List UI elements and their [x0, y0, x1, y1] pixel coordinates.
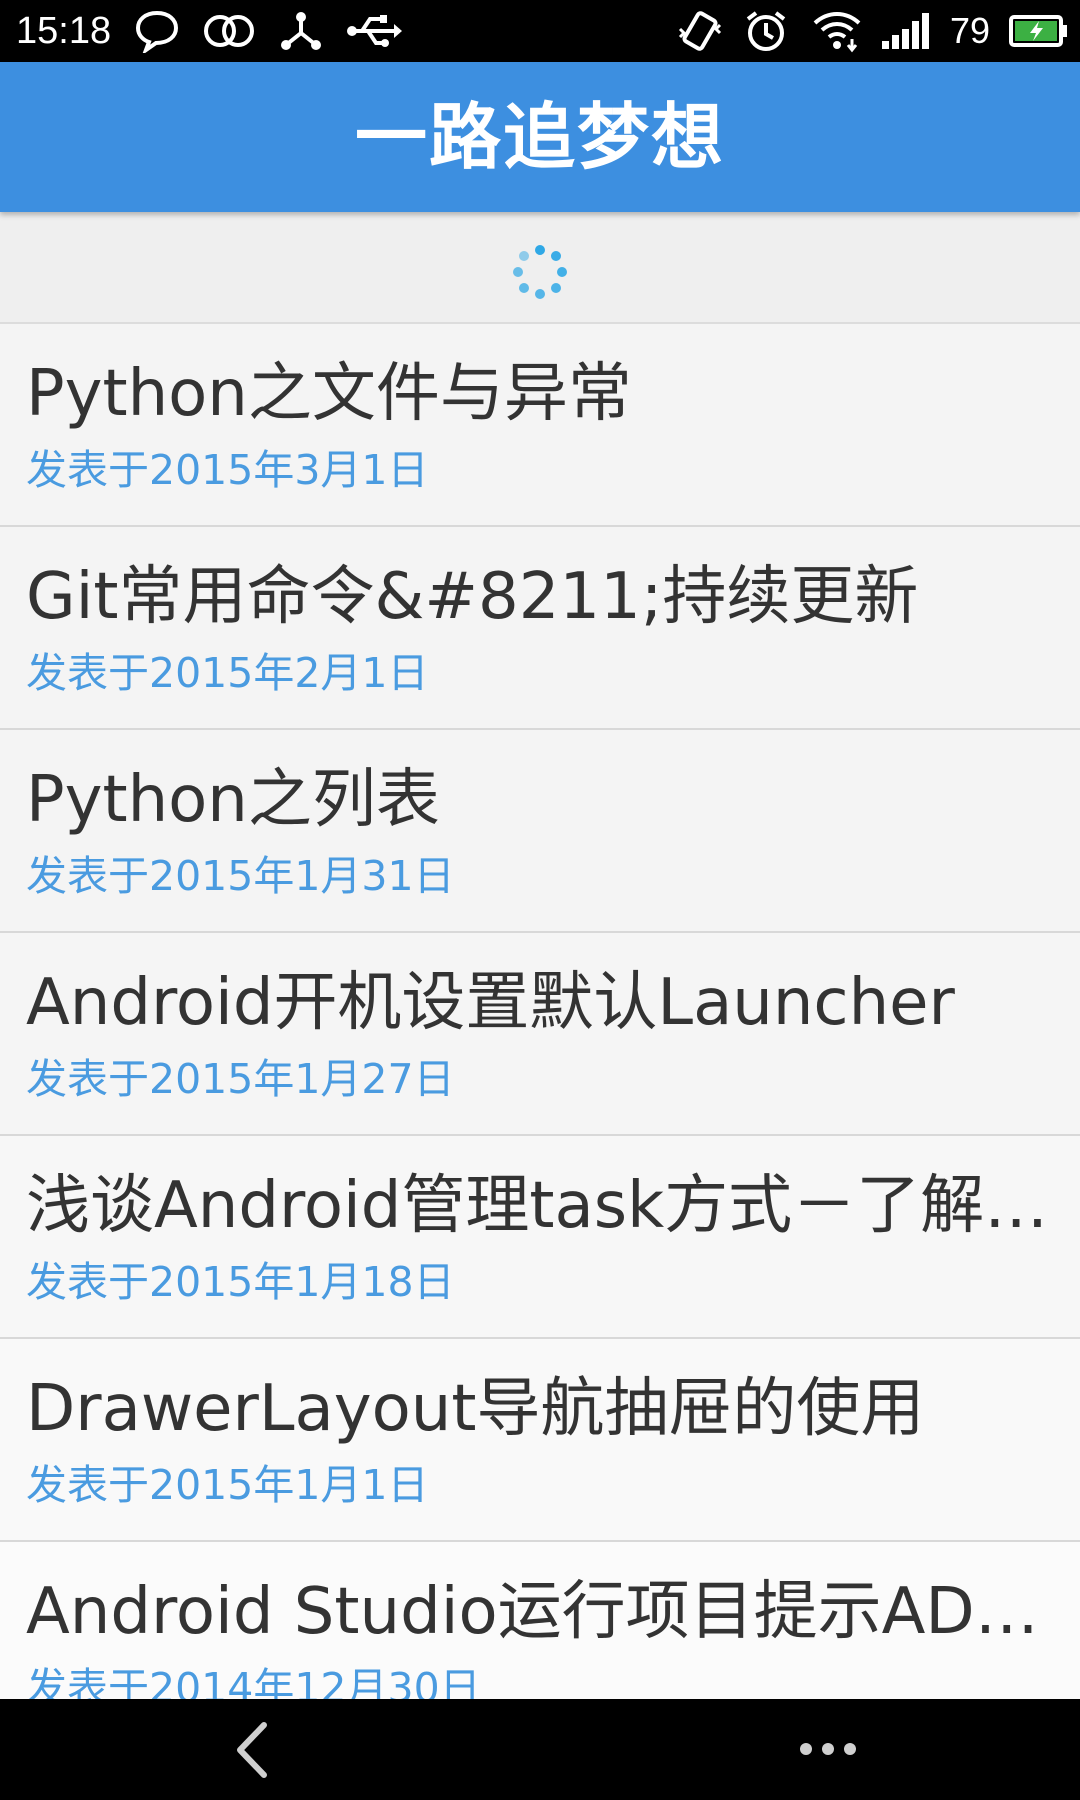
- signal-icon: [882, 13, 929, 49]
- app-bar: 一路追梦想: [0, 62, 1080, 212]
- pull-to-refresh-area: [0, 212, 1080, 324]
- back-chevron-icon[interactable]: [232, 1721, 272, 1779]
- article-title: DrawerLayout导航抽屉的使用: [26, 1372, 925, 1446]
- battery-percent: 79: [950, 10, 991, 51]
- share-hub-icon: [281, 12, 321, 50]
- wifi-icon: [813, 12, 861, 53]
- article-date: 发表于2015年2月1日: [26, 649, 429, 697]
- list-item[interactable]: Android开机设置默认Launcher 发表于2015年1月27日: [0, 933, 1080, 1136]
- article-date: 发表于2015年1月18日: [26, 1258, 455, 1306]
- status-time: 15:18: [16, 10, 112, 52]
- article-title: Python之列表: [26, 763, 440, 837]
- article-list[interactable]: Python之文件与异常 发表于2015年3月1日 Git常用命令&#8211;…: [0, 324, 1080, 1699]
- article-title: Android Studio运行项目提示ADB ..: [26, 1575, 1056, 1649]
- list-item[interactable]: Android Studio运行项目提示ADB .. 发表于2014年12月30…: [0, 1542, 1080, 1699]
- list-item[interactable]: Python之列表 发表于2015年1月31日: [0, 730, 1080, 933]
- list-item[interactable]: 浅谈Android管理task方式－了解L.. 发表于2015年1月18日: [0, 1136, 1080, 1339]
- list-item[interactable]: Python之文件与异常 发表于2015年3月1日: [0, 324, 1080, 527]
- chat-bubble-icon: [135, 10, 179, 53]
- status-bar: 15:18 79: [0, 0, 1080, 62]
- article-title: Python之文件与异常: [26, 357, 632, 431]
- infinity-link-icon: [204, 15, 254, 47]
- article-date: 发表于2015年3月1日: [26, 446, 429, 494]
- vibrate-icon: [678, 11, 722, 51]
- article-title: Git常用命令&#8211;持续更新: [26, 560, 919, 634]
- article-title: 浅谈Android管理task方式－了解L..: [26, 1169, 1056, 1243]
- battery-charging-icon: [1009, 15, 1067, 47]
- article-title: Android开机设置默认Launcher: [26, 966, 955, 1040]
- article-date: 发表于2015年1月31日: [26, 852, 455, 900]
- alarm-clock-icon: [746, 11, 786, 51]
- loading-spinner-icon: [513, 245, 567, 299]
- list-item[interactable]: Git常用命令&#8211;持续更新 发表于2015年2月1日: [0, 527, 1080, 730]
- article-date: 发表于2015年1月27日: [26, 1055, 455, 1103]
- navigation-bar: [0, 1699, 1080, 1800]
- page-title: 一路追梦想: [354, 95, 725, 179]
- article-date: 发表于2014年12月30日: [26, 1664, 481, 1699]
- more-dots-icon[interactable]: [798, 1741, 858, 1757]
- list-item[interactable]: DrawerLayout导航抽屉的使用 发表于2015年1月1日: [0, 1339, 1080, 1542]
- article-date: 发表于2015年1月1日: [26, 1461, 429, 1509]
- usb-icon: [347, 15, 402, 47]
